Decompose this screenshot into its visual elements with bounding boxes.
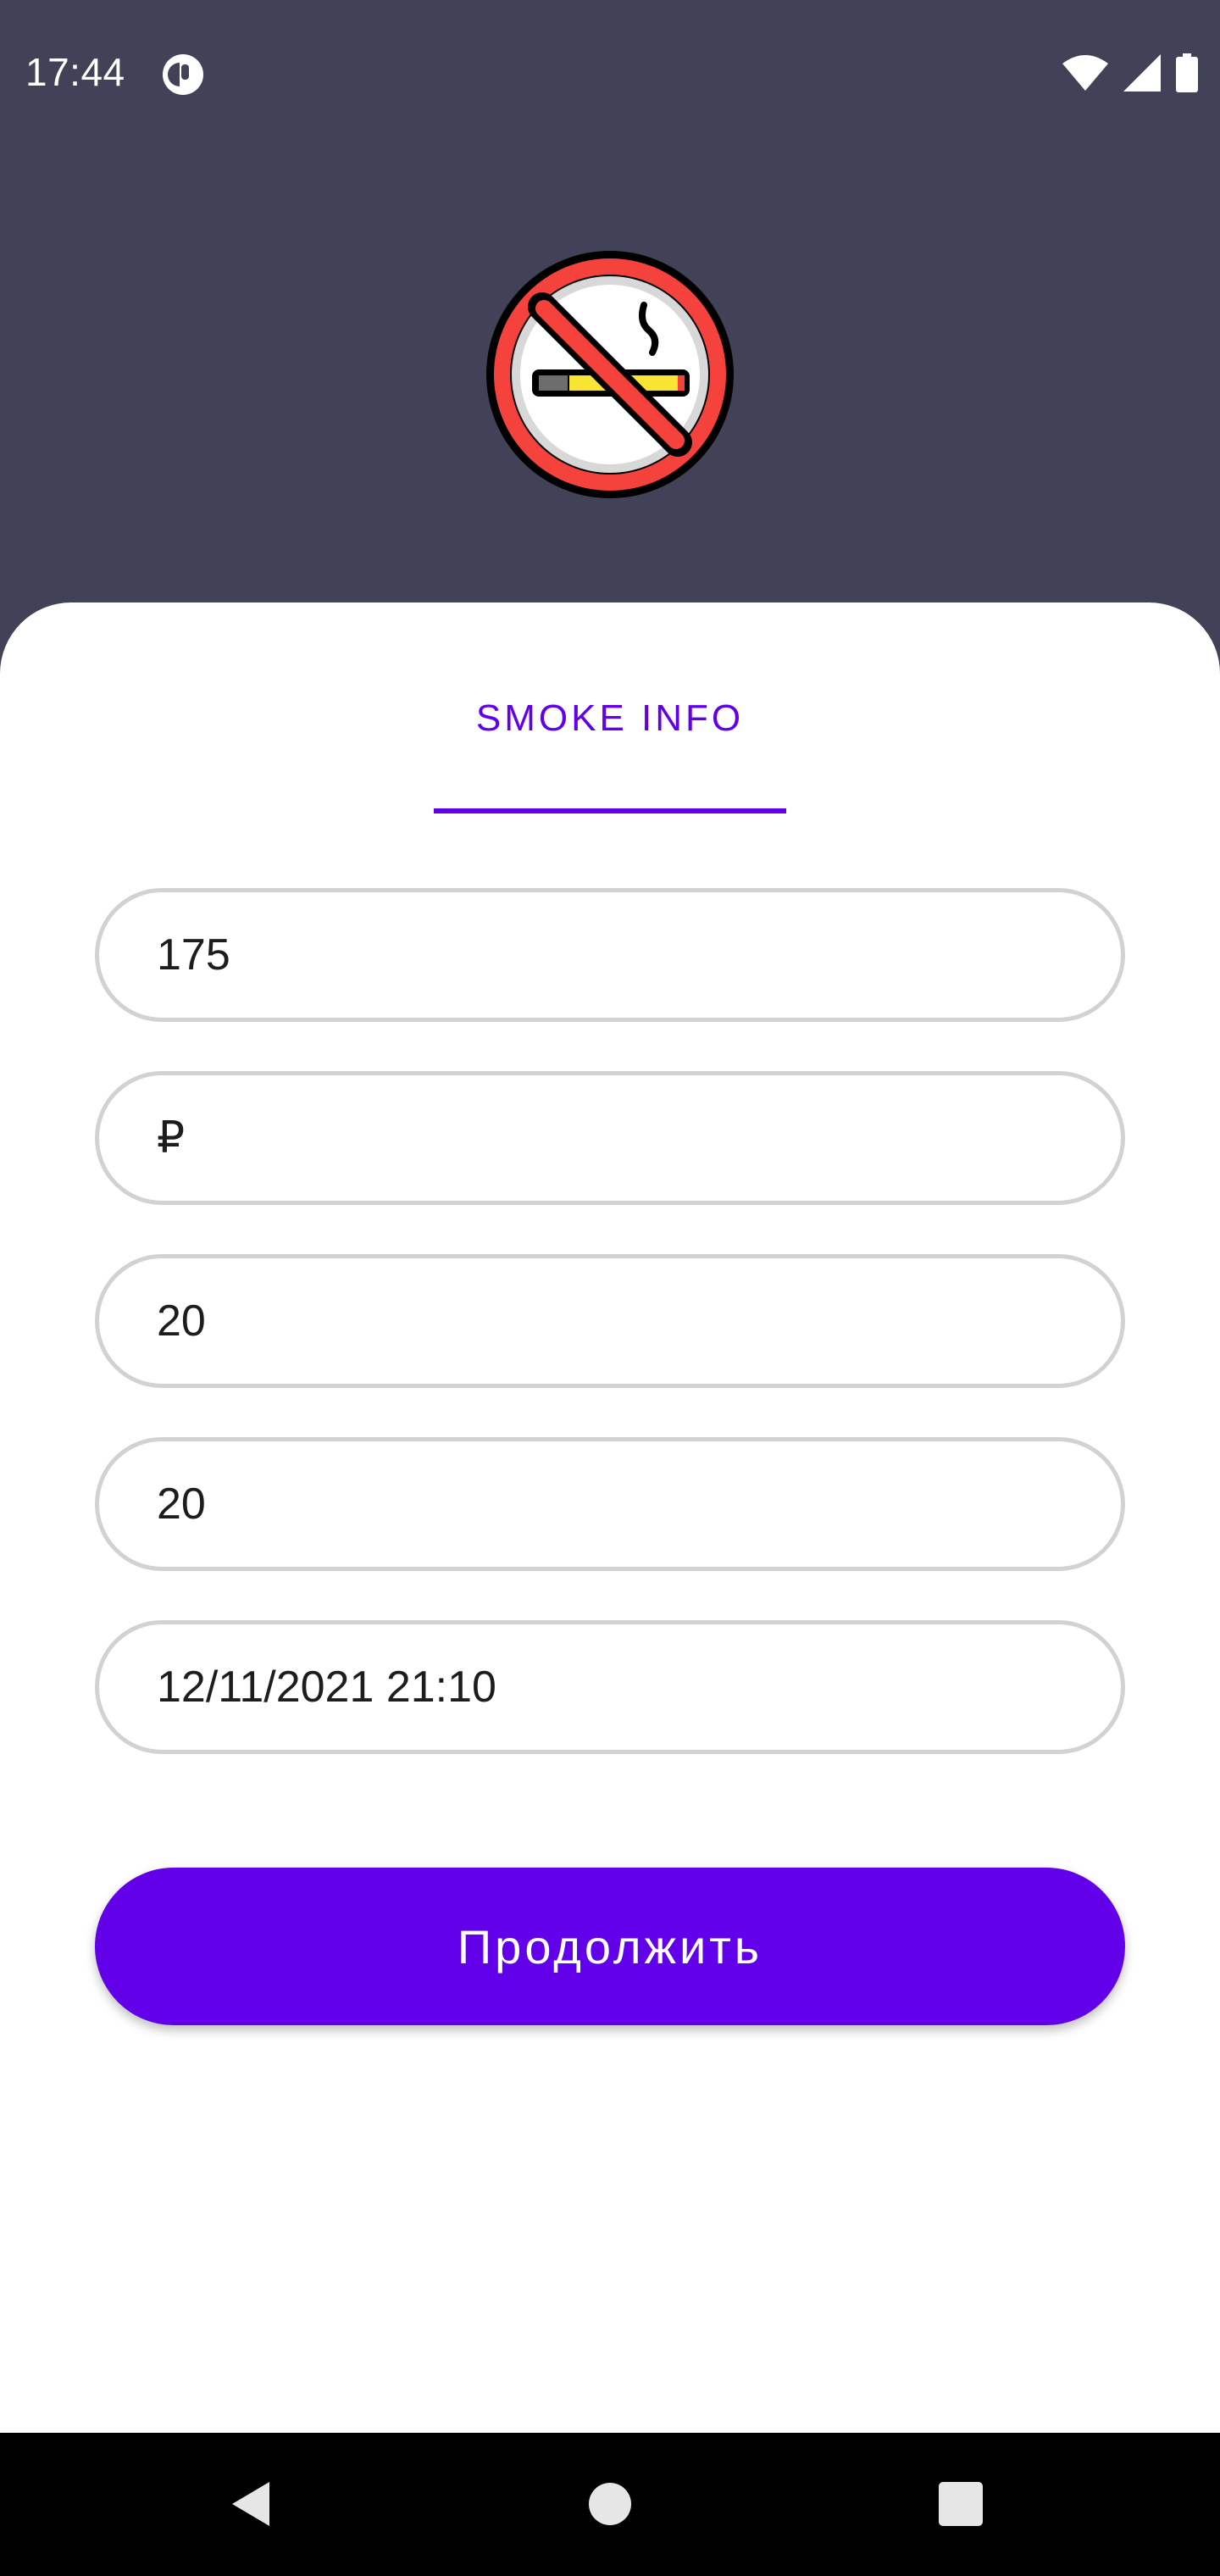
cell-signal-icon — [1123, 54, 1161, 92]
field-value: ₽ — [157, 1113, 186, 1163]
status-icons — [1062, 51, 1198, 95]
tab-smoke-info-label: SMOKE INFO — [475, 697, 745, 739]
continue-button[interactable]: Продолжить — [95, 1868, 1125, 2025]
cigarettes-per-pack-field[interactable]: 20 — [95, 1254, 1125, 1388]
back-icon[interactable] — [220, 2470, 288, 2538]
navigation-bar — [0, 2433, 1220, 2576]
status-bar: 17:44 — [0, 0, 1220, 144]
field-value: 175 — [157, 930, 230, 980]
field-value: 12/11/2021 21:10 — [157, 1663, 496, 1712]
battery-icon — [1176, 53, 1198, 92]
quit-date-field[interactable]: 12/11/2021 21:10 — [95, 1620, 1125, 1754]
home-icon[interactable] — [576, 2470, 644, 2538]
status-time: 17:44 — [25, 50, 125, 94]
tab-smoke-info[interactable]: SMOKE INFO — [434, 602, 786, 813]
field-value: 20 — [157, 1296, 206, 1346]
cigarettes-per-day-field[interactable]: 20 — [95, 1437, 1125, 1571]
tab-indicator — [434, 808, 786, 813]
app-notification-icon — [161, 53, 205, 97]
field-value: 20 — [157, 1480, 206, 1529]
price-field[interactable]: ₽ — [95, 1071, 1125, 1205]
wifi-icon — [1062, 55, 1108, 91]
cigarettes-count-field[interactable]: 175 — [95, 888, 1125, 1022]
recents-icon[interactable] — [927, 2470, 995, 2538]
smoke-info-card: SMOKE INFO 175 ₽ 20 20 12/11/2021 21:10 … — [0, 602, 1220, 2433]
no-smoking-icon — [481, 246, 739, 503]
